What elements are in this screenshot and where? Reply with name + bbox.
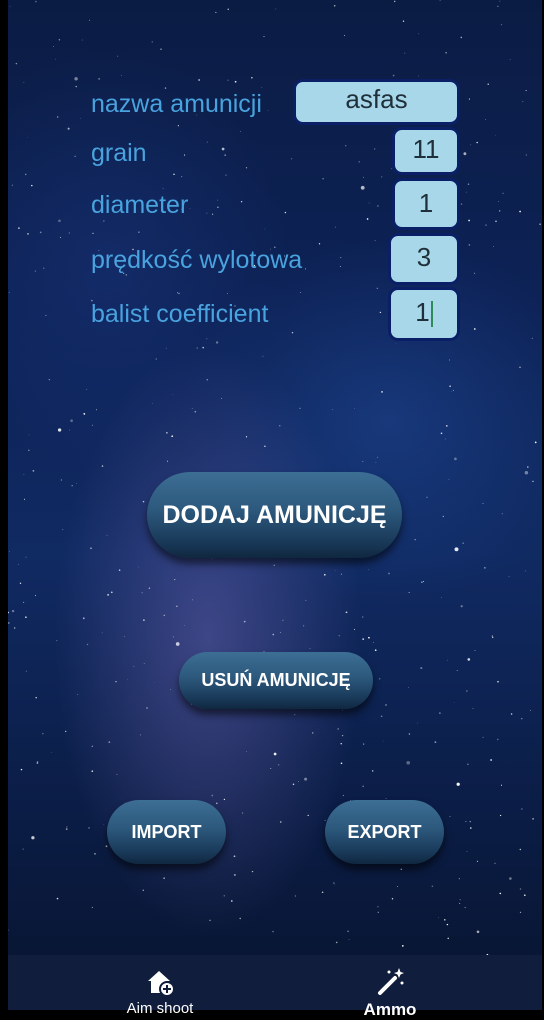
nav-label-ammo: Ammo (290, 1000, 490, 1020)
export-button[interactable]: EXPORT (325, 800, 444, 864)
remove-ammo-button[interactable]: USUŃ AMUNICJĘ (179, 652, 373, 709)
ballistic-coefficient-field[interactable]: 1 (388, 287, 460, 341)
background: nazwa amunicji asfas grain 11 diameter 1… (8, 0, 542, 1010)
ammo-name-label: nazwa amunicji (91, 89, 262, 119)
grain-label: grain (91, 138, 147, 168)
muzzle-velocity-value: 3 (417, 242, 431, 272)
add-ammo-button[interactable]: DODAJ AMUNICJĘ (147, 472, 402, 558)
diameter-value: 1 (419, 188, 433, 218)
home-add-icon (145, 967, 175, 997)
diameter-label: diameter (91, 190, 188, 220)
muzzle-velocity-field[interactable]: 3 (388, 233, 460, 285)
ballistic-coefficient-label: balist coefficient (91, 299, 268, 329)
diameter-field[interactable]: 1 (392, 178, 460, 230)
grain-field[interactable]: 11 (392, 127, 460, 175)
ballistic-coefficient-value: 1 (415, 297, 429, 327)
text-cursor (431, 301, 433, 327)
bottom-navigation: Aim shoot Ammo (8, 955, 542, 1010)
grain-value: 11 (413, 134, 440, 164)
ammo-name-field[interactable]: asfas (293, 79, 460, 125)
import-button[interactable]: IMPORT (107, 800, 226, 864)
ammo-name-value: asfas (345, 84, 407, 114)
nav-label-aim-shoot: Aim shoot (60, 1000, 260, 1017)
magic-wand-icon (375, 967, 405, 997)
muzzle-velocity-label: prędkość wylotowa (91, 245, 302, 275)
